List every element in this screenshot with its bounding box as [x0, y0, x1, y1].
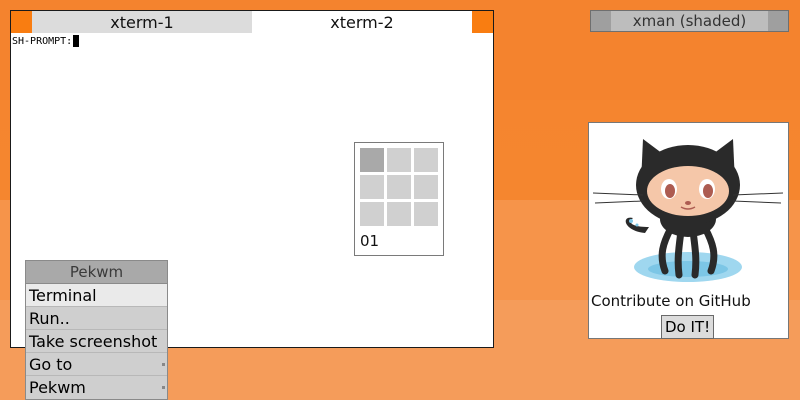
workspace-cell[interactable] [414, 175, 438, 199]
menu-item-label: Pekwm [29, 377, 86, 397]
menu-item-label: Go to [29, 354, 73, 374]
menu-item-take-screenshot[interactable]: Take screenshot [26, 330, 167, 353]
workspace-grid [360, 148, 438, 226]
workspace-cell[interactable] [387, 175, 411, 199]
tab-bar: xterm-1 xterm-2 [11, 11, 493, 33]
workspace-pager[interactable]: 01 [354, 142, 444, 256]
workspace-label: 01 [360, 232, 380, 250]
submenu-arrow-icon [162, 385, 165, 389]
window-close-button[interactable] [768, 11, 788, 31]
shell-prompt: SH-PROMPT: [12, 35, 73, 47]
menu-item-go-to[interactable]: Go to [26, 353, 167, 376]
menu-item-terminal[interactable]: Terminal [26, 284, 167, 307]
workspace-cell[interactable] [414, 202, 438, 226]
workspace-cell[interactable] [360, 202, 384, 226]
root-menu: Pekwm Terminal Run.. Take screenshot Go … [25, 260, 168, 400]
workspace-cell[interactable] [387, 148, 411, 172]
github-panel: Contribute on GitHub Do IT! [588, 122, 789, 339]
workspace-cell[interactable] [360, 175, 384, 199]
menu-item-run[interactable]: Run.. [26, 307, 167, 330]
text-cursor [73, 35, 80, 47]
workspace-cell[interactable] [414, 148, 438, 172]
do-it-button[interactable]: Do IT! [661, 315, 715, 339]
tab-xterm-2[interactable]: xterm-2 [252, 11, 472, 33]
window-menu-button[interactable] [591, 11, 611, 31]
terminal-content[interactable]: SH-PROMPT: [12, 35, 80, 47]
menu-item-label: Take screenshot [29, 331, 158, 351]
shaded-window[interactable]: xman (shaded) [590, 10, 789, 32]
workspace-cell[interactable] [387, 202, 411, 226]
window-menu-button[interactable] [11, 11, 32, 33]
tab-xterm-1[interactable]: xterm-1 [32, 11, 252, 33]
menu-title: Pekwm [26, 261, 167, 284]
submenu-arrow-icon [162, 362, 165, 366]
menu-item-label: Terminal [29, 285, 97, 305]
github-text: Contribute on GitHub [591, 292, 751, 310]
menu-item-pekwm[interactable]: Pekwm [26, 376, 167, 398]
octocat-icon [593, 139, 783, 282]
menu-item-label: Run.. [29, 308, 70, 328]
window-title: xman (shaded) [632, 12, 747, 30]
workspace-cell[interactable] [360, 148, 384, 172]
window-close-button[interactable] [472, 11, 493, 33]
